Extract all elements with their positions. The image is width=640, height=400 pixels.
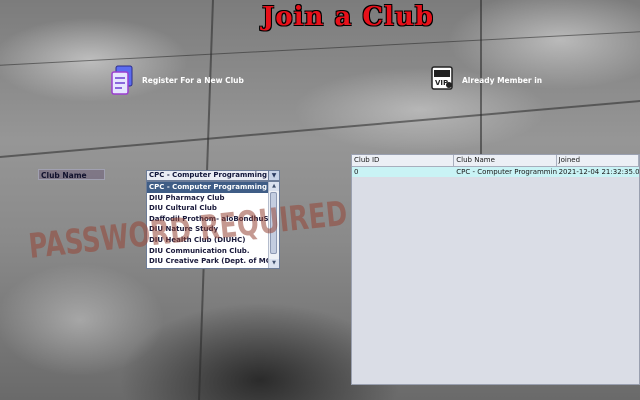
- register-new-club-label: Register For a New Club: [142, 75, 244, 85]
- register-form-icon: [110, 64, 136, 96]
- dropdown-option[interactable]: DIU Pharmacy Club: [147, 193, 271, 204]
- page-title: Join a Club: [261, 2, 435, 32]
- combobox-selected-value: CPC - Computer Programming ...: [149, 171, 278, 179]
- dropdown-option[interactable]: Daffodil Prothom- aloBondhuShova: [147, 214, 271, 225]
- dropdown-option[interactable]: DIU Creative Park (Dept. of MCT): [147, 256, 271, 267]
- already-member-button[interactable]: VIP Already Member in: [430, 64, 542, 96]
- column-header-club-id[interactable]: Club ID: [352, 155, 455, 166]
- table-cell-joined: 2021-12-04 21:32:35.0: [558, 168, 639, 176]
- already-member-label: Already Member in: [462, 75, 543, 85]
- table-cell-club-name: CPC - Computer Programmin...: [456, 168, 557, 176]
- scroll-up-icon[interactable]: ▲: [269, 182, 279, 191]
- scrollbar-thumb[interactable]: [270, 192, 277, 254]
- table-cell-club-id: 0: [354, 168, 359, 176]
- club-name-label: Club Name: [38, 169, 105, 180]
- club-name-combobox[interactable]: CPC - Computer Programming ... ▼: [146, 170, 280, 181]
- scroll-down-icon[interactable]: ▼: [269, 259, 279, 268]
- vip-card-icon: VIP: [430, 64, 456, 96]
- table-header: Club ID Club Name Joined: [352, 155, 639, 167]
- column-header-club-name[interactable]: Club Name: [454, 155, 557, 166]
- dropdown-option[interactable]: DIU Communication Club.: [147, 246, 271, 257]
- register-new-club-button[interactable]: Register For a New Club: [110, 64, 244, 96]
- dropdown-option[interactable]: DIU Nature Study: [147, 224, 271, 235]
- dropdown-option[interactable]: DIU Health Club (DIUHC): [147, 235, 271, 246]
- dropdown-option[interactable]: DIU Cultural Club: [147, 203, 271, 214]
- club-dropdown-list[interactable]: CPC - Computer Programming Club DIU Phar…: [146, 181, 280, 269]
- dropdown-option[interactable]: CPC - Computer Programming Club: [147, 182, 271, 193]
- chevron-down-icon[interactable]: ▼: [268, 171, 279, 180]
- column-header-joined[interactable]: Joined: [557, 155, 639, 166]
- table-row[interactable]: 0 CPC - Computer Programmin... 2021-12-0…: [352, 167, 639, 177]
- dropdown-scrollbar[interactable]: ▲ ▼: [268, 182, 279, 268]
- joined-clubs-table: Club ID Club Name Joined 0 CPC - Compute…: [351, 154, 640, 385]
